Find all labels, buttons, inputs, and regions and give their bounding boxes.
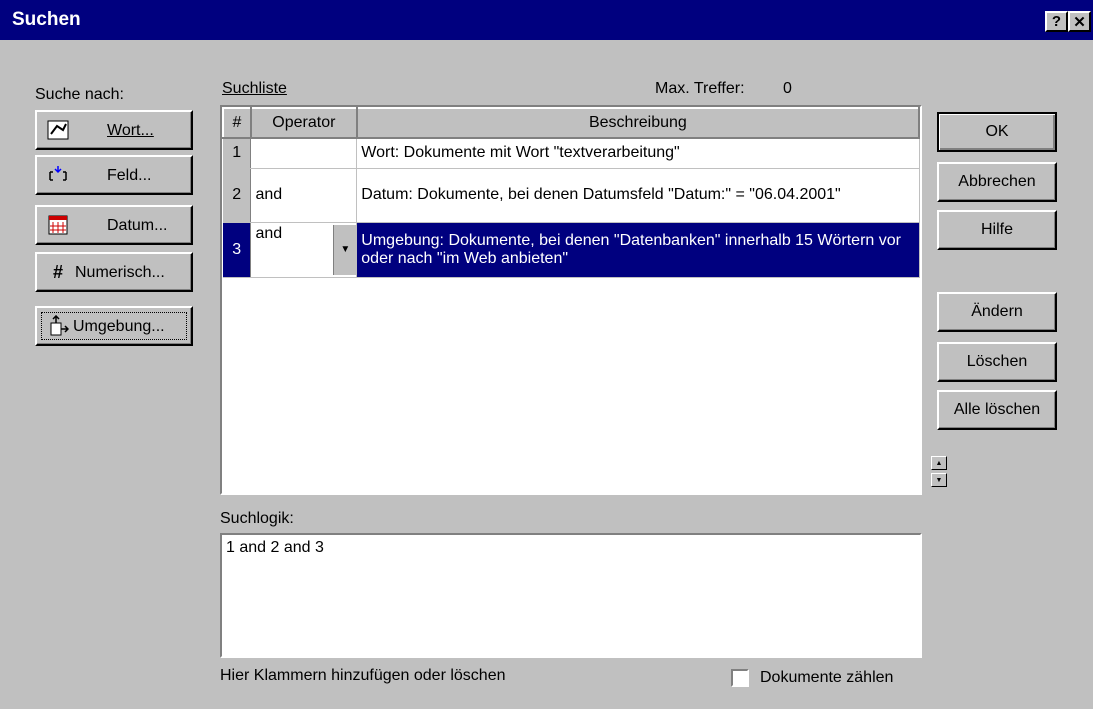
max-hits-value: 0 [783, 80, 792, 97]
row-num: 2 [223, 168, 252, 223]
row-description: Umgebung: Dokumente, bei denen "Datenban… [356, 222, 920, 278]
close-button[interactable]: ✕ [1068, 11, 1091, 32]
field-button-label: Feld... [107, 167, 152, 184]
numeric-button-label: Numerisch... [75, 264, 165, 281]
field-button[interactable]: Feld... [35, 155, 193, 195]
search-logic-textarea[interactable]: 1 and 2 and 3 [220, 533, 922, 658]
col-description-header[interactable]: Beschreibung [355, 107, 921, 139]
col-operator-header[interactable]: Operator [249, 107, 358, 139]
searchlist-table: # Operator Beschreibung 1 Wort: Dokument… [222, 107, 921, 278]
table-row[interactable]: 2 and Datum: Dokumente, bei denen Datums… [223, 168, 920, 223]
row-operator-dropdown[interactable]: and ▼ [250, 222, 358, 278]
field-icon [47, 164, 69, 186]
title-bar: Suchen ? ✕ [0, 0, 1093, 40]
row-num: 3 [223, 222, 252, 278]
row-operator[interactable] [250, 138, 358, 169]
proximity-button-label: Umgebung... [73, 318, 165, 335]
brackets-hint: Hier Klammern hinzufügen oder löschen [220, 667, 506, 684]
search-logic-value: 1 and 2 and 3 [226, 539, 324, 556]
row-description: Wort: Dokumente mit Wort "textverarbeitu… [356, 138, 920, 169]
row-description: Datum: Dokumente, bei denen Datumsfeld "… [356, 168, 920, 223]
window-title: Suchen [12, 9, 81, 30]
move-down-button[interactable]: ▼ [931, 473, 947, 487]
date-button[interactable]: Datum... [35, 205, 193, 245]
proximity-icon [47, 315, 69, 337]
move-up-button[interactable]: ▲ [931, 456, 947, 470]
numeric-button[interactable]: # Numerisch... [35, 252, 193, 292]
searchlist-label: Suchliste [222, 80, 287, 97]
cancel-button[interactable]: Abbrechen [937, 162, 1057, 202]
word-icon [47, 119, 69, 141]
searchlist-grid[interactable]: # Operator Beschreibung 1 Wort: Dokument… [220, 105, 922, 495]
word-button-label: Wort... [107, 122, 154, 139]
table-row[interactable]: 1 Wort: Dokumente mit Wort "textverarbei… [223, 138, 920, 169]
table-row-selected[interactable]: 3 and ▼ Umgebung: Dokumente, bei denen "… [223, 222, 920, 278]
count-documents-checkbox[interactable] [731, 669, 749, 687]
arrow-down-icon: ▼ [935, 476, 943, 484]
change-button[interactable]: Ändern [937, 292, 1057, 332]
count-documents-label: Dokumente zählen [760, 669, 894, 686]
calendar-icon [47, 214, 69, 236]
ok-button[interactable]: OK [937, 112, 1057, 152]
delete-button[interactable]: Löschen [937, 342, 1057, 382]
hash-icon: # [52, 261, 63, 282]
delete-all-button[interactable]: Alle löschen [937, 390, 1057, 430]
search-by-label: Suche nach: [35, 86, 124, 103]
max-hits-label: Max. Treffer: [655, 80, 745, 97]
word-button[interactable]: Wort... [35, 110, 193, 150]
search-logic-label: Suchlogik: [220, 510, 294, 527]
proximity-button[interactable]: Umgebung... [35, 306, 193, 346]
date-button-label: Datum... [107, 217, 168, 234]
help-button[interactable]: Hilfe [937, 210, 1057, 250]
arrow-up-icon: ▲ [935, 459, 943, 467]
row-num: 1 [223, 138, 252, 169]
row-operator-value: and [255, 224, 283, 242]
col-num-header[interactable]: # [222, 107, 252, 139]
chevron-down-icon[interactable]: ▼ [333, 224, 357, 275]
row-operator[interactable]: and [250, 168, 358, 223]
help-title-button[interactable]: ? [1045, 11, 1068, 32]
